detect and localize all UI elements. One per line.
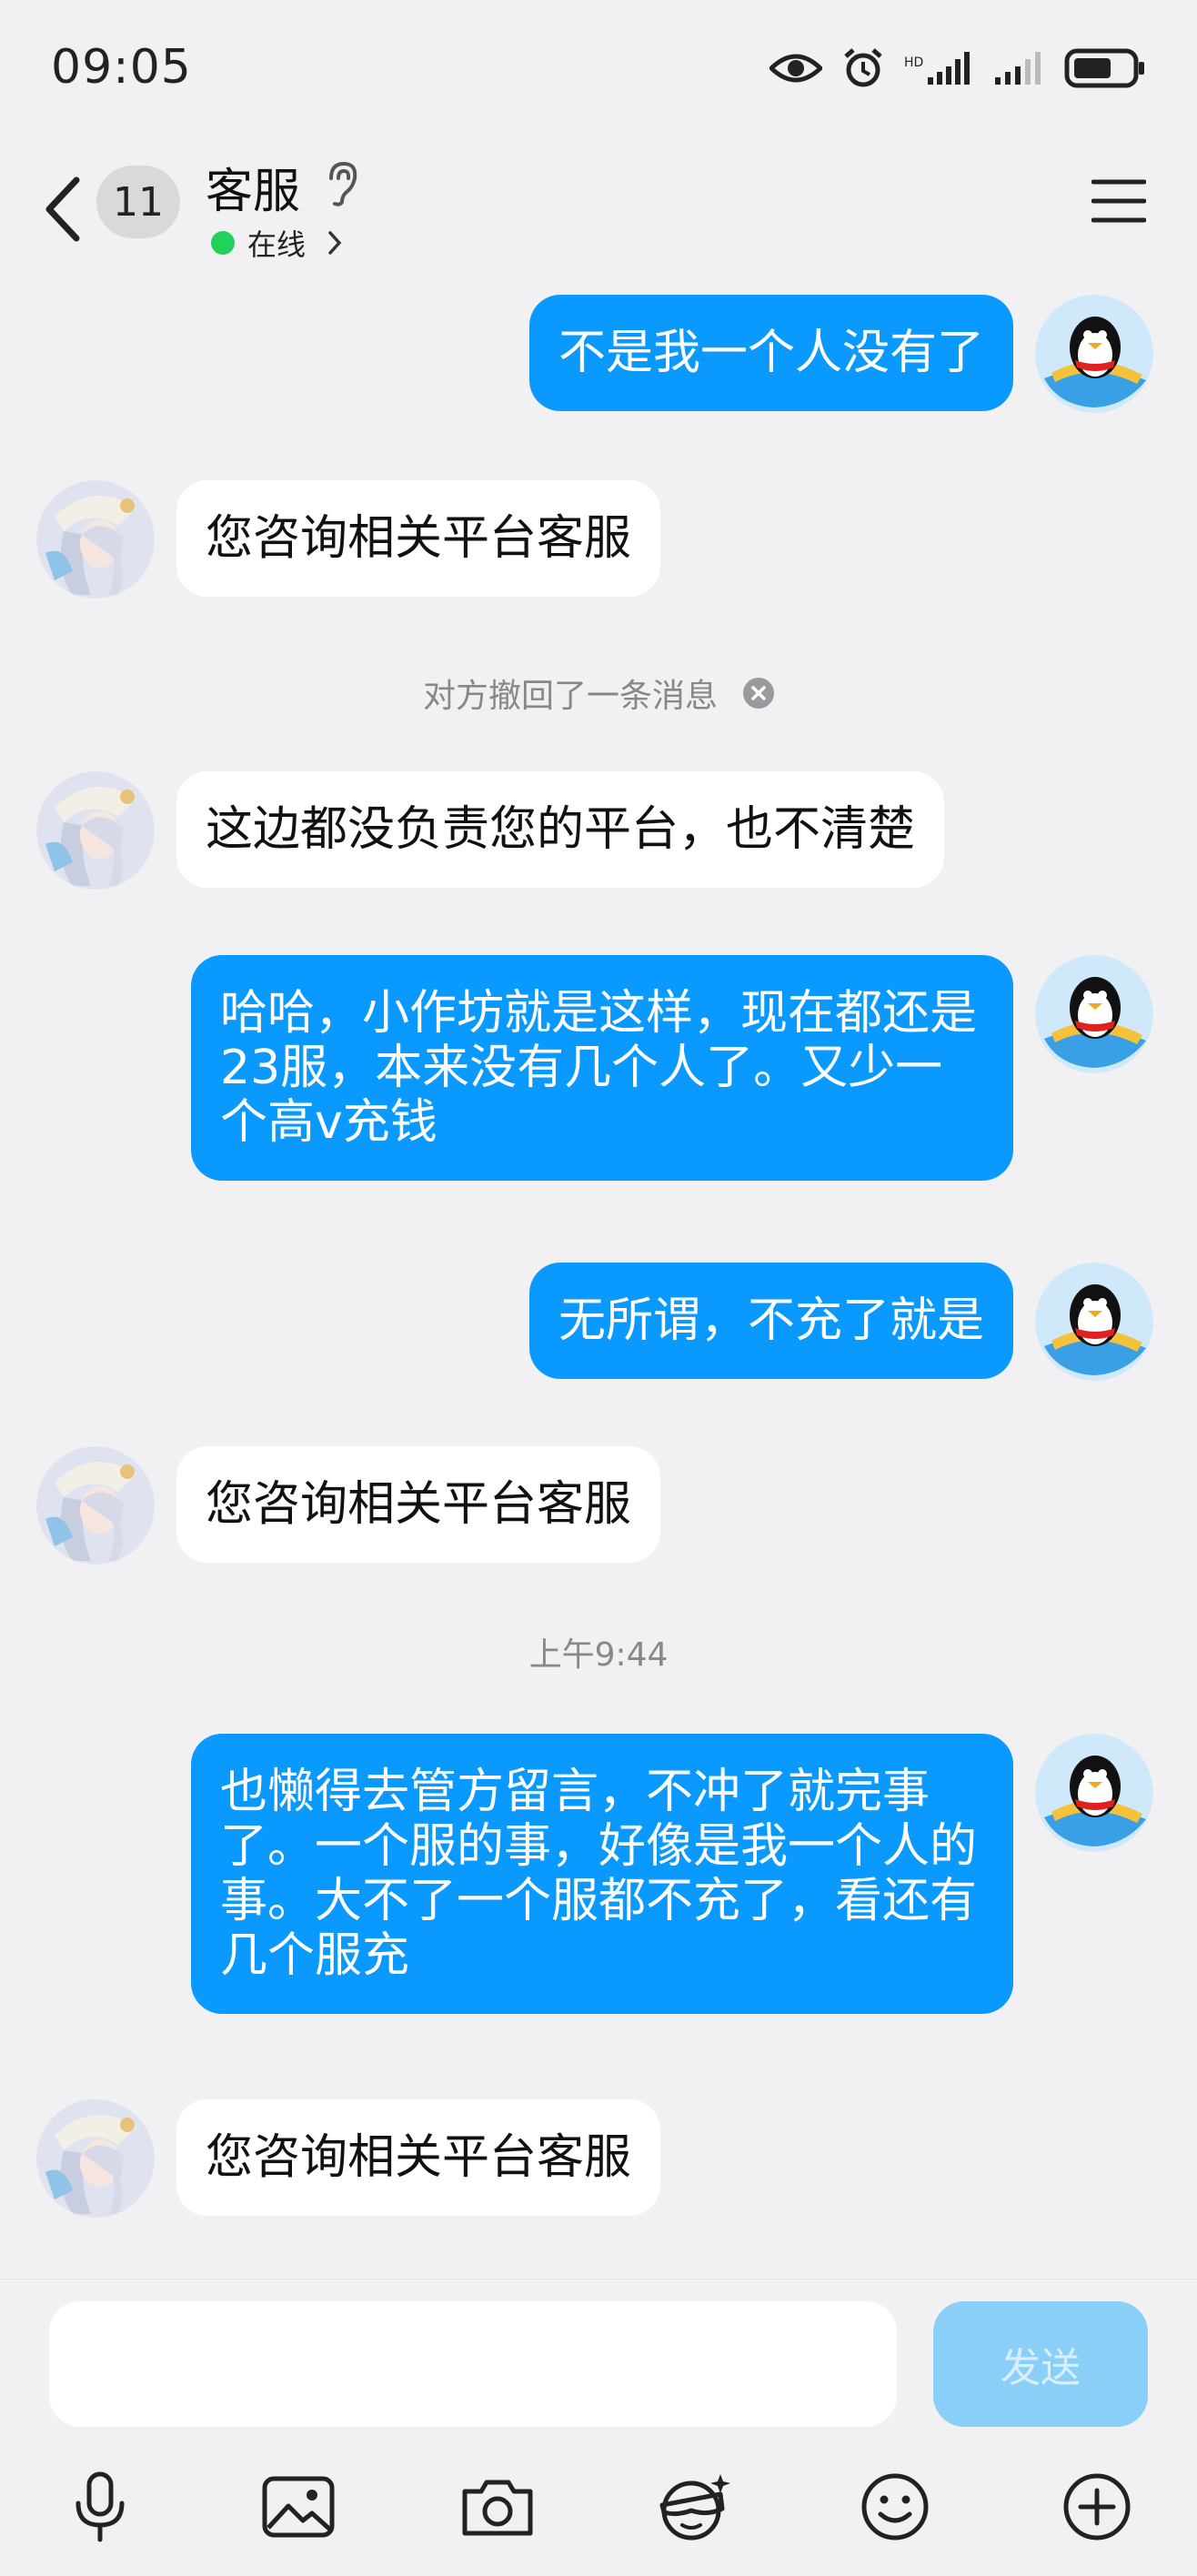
anime-avatar-icon: [36, 2099, 155, 2218]
svg-text:HD: HD: [904, 55, 923, 70]
message-bubble-outgoing[interactable]: 不是我一个人没有了: [528, 295, 1013, 411]
anime-avatar-icon: [36, 1446, 155, 1565]
penguin-avatar-icon: [1035, 1263, 1153, 1381]
plus-icon: [1063, 2473, 1131, 2541]
photo-button[interactable]: [253, 2461, 344, 2552]
penguin-avatar-icon: [1035, 1734, 1153, 1852]
online-status[interactable]: 在线: [211, 222, 344, 264]
menu-button[interactable]: [1091, 178, 1147, 224]
microphone-icon: [75, 2471, 125, 2542]
hamburger-menu-icon: [1091, 179, 1147, 223]
alarm-icon: [844, 48, 882, 87]
signal-icon: [995, 52, 1041, 85]
image-icon: [262, 2476, 335, 2538]
contact-avatar[interactable]: [36, 1446, 155, 1565]
message-row-outgoing: 也懒得去管方留言，不冲了就完事了。一个服的事，好像是我一个人的事。大不了一个服都…: [191, 1734, 1153, 2014]
battery-icon: [1064, 48, 1144, 88]
my-avatar[interactable]: [1035, 295, 1153, 413]
more-button[interactable]: [1051, 2461, 1142, 2552]
message-bubble-outgoing[interactable]: 也懒得去管方留言，不冲了就完事了。一个服的事，好像是我一个人的事。大不了一个服都…: [191, 1734, 1013, 2014]
face-effect-button[interactable]: [649, 2461, 740, 2552]
message-bubble-outgoing[interactable]: 无所谓，不充了就是: [528, 1263, 1013, 1379]
message-bubble-incoming[interactable]: 这边都没负责您的平台，也不清楚: [176, 771, 945, 888]
message-row-outgoing: 不是我一个人没有了: [528, 295, 1153, 413]
recall-notice-text: 对方撤回了一条消息: [422, 678, 718, 715]
message-bubble-incoming[interactable]: 您咨询相关平台客服: [176, 1446, 661, 1563]
chevron-left-icon: [45, 176, 80, 242]
message-input[interactable]: [49, 2301, 897, 2427]
my-avatar[interactable]: [1035, 1734, 1153, 1852]
message-row-outgoing: 无所谓，不充了就是: [528, 1263, 1153, 1381]
ear-icon[interactable]: [324, 160, 360, 207]
message-row-incoming: 您咨询相关平台客服: [36, 2099, 661, 2218]
message-row-incoming: 这边都没负责您的平台，也不清楚: [36, 771, 945, 890]
eye-icon: [770, 54, 822, 83]
status-bar: 09:05 HD: [0, 0, 1197, 146]
online-dot: [211, 231, 235, 255]
camera-button[interactable]: [452, 2461, 543, 2552]
contact-avatar[interactable]: [36, 480, 155, 599]
timestamp-text: 上午9:44: [528, 1636, 669, 1674]
penguin-avatar-icon: [1035, 295, 1153, 413]
status-icons: HD: [770, 47, 1146, 89]
chat-header: 11 客服 在线: [0, 146, 1197, 273]
emoji-icon: [861, 2473, 929, 2541]
message-row-incoming: 您咨询相关平台客服: [36, 1446, 661, 1565]
online-status-text: 在线: [247, 227, 307, 262]
input-area: 发送: [0, 2279, 1197, 2576]
anime-avatar-icon: [36, 771, 155, 890]
face-effect-icon: [659, 2474, 730, 2541]
my-avatar[interactable]: [1035, 955, 1153, 1073]
send-button[interactable]: 发送: [933, 2301, 1148, 2427]
back-button[interactable]: [36, 173, 91, 246]
voice-button[interactable]: [55, 2461, 146, 2552]
message-row-incoming: 您咨询相关平台客服: [36, 480, 661, 599]
contact-name[interactable]: 客服: [206, 153, 300, 221]
status-time: 09:05: [51, 40, 192, 95]
contact-avatar[interactable]: [36, 771, 155, 890]
message-row-outgoing: 哈哈，小作坊就是这样，现在都还是23服，本来没有几个人了。又少一个高v充钱: [191, 955, 1153, 1181]
emoji-button[interactable]: [850, 2461, 940, 2552]
input-toolbar: [0, 2461, 1197, 2552]
my-avatar[interactable]: [1035, 1263, 1153, 1381]
chevron-right-icon: [328, 231, 342, 255]
signal-icon: HD: [904, 52, 970, 85]
penguin-avatar-icon: [1035, 955, 1153, 1073]
contact-avatar[interactable]: [36, 2099, 155, 2218]
recalled-message-notice: 对方撤回了一条消息: [0, 669, 1197, 717]
close-icon[interactable]: [743, 678, 774, 709]
message-bubble-incoming[interactable]: 您咨询相关平台客服: [176, 480, 661, 597]
timestamp-divider: 上午9:44: [0, 1628, 1197, 1675]
camera-icon: [462, 2480, 533, 2536]
message-bubble-incoming[interactable]: 您咨询相关平台客服: [176, 2099, 661, 2216]
unread-count-badge[interactable]: 11: [96, 166, 180, 238]
chat-message-list[interactable]: 不是我一个人没有了 您咨询相关平台客服 对方撤回了一条消息 这边都没负责您的平台…: [0, 273, 1197, 2279]
message-bubble-outgoing[interactable]: 哈哈，小作坊就是这样，现在都还是23服，本来没有几个人了。又少一个高v充钱: [191, 955, 1013, 1181]
anime-avatar-icon: [36, 480, 155, 599]
